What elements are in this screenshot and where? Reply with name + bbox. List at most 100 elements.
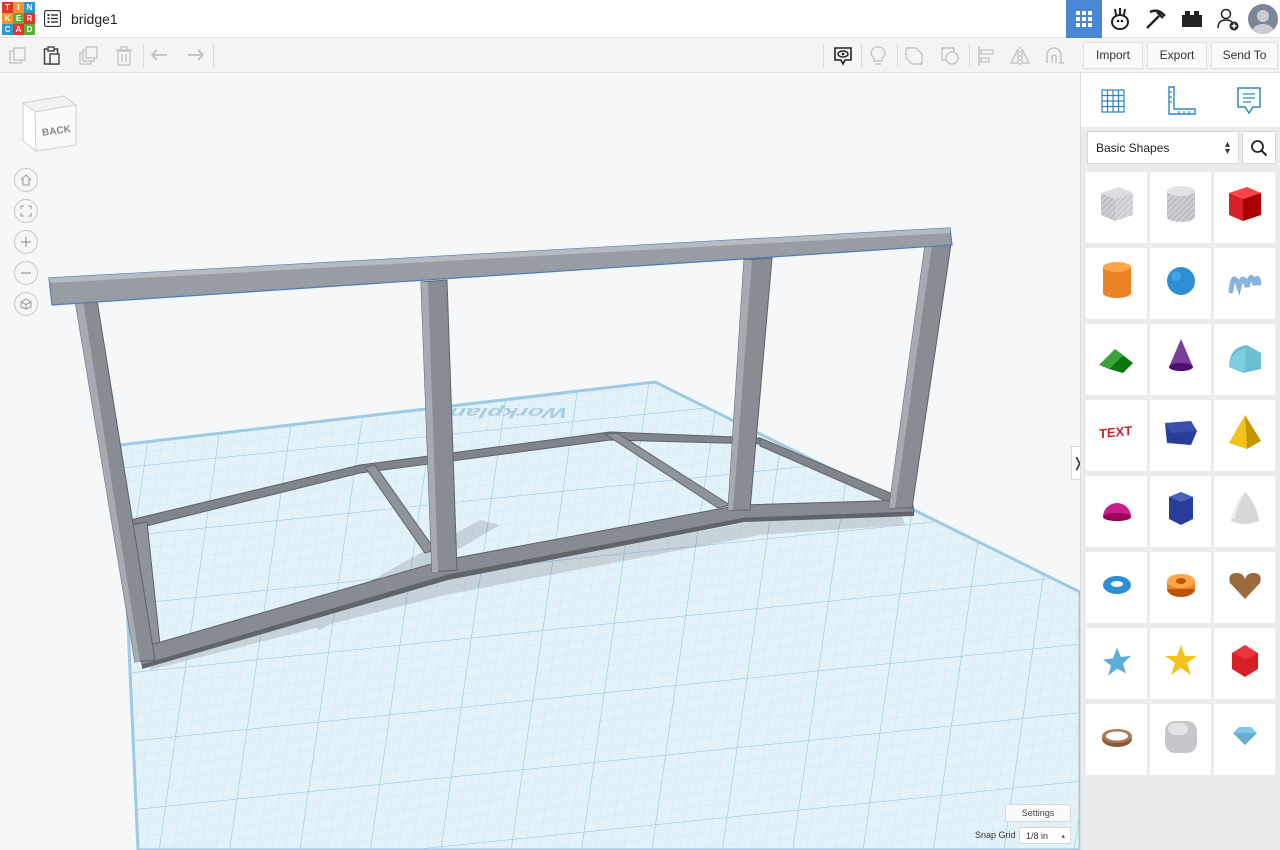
shape-box[interactable] (1214, 172, 1275, 243)
shape-cylinder-hole[interactable] (1150, 172, 1211, 243)
minus-icon (21, 272, 31, 274)
pickaxe-icon[interactable] (1138, 0, 1174, 38)
file-actions: Import Export Send To (1080, 38, 1280, 73)
shape-diamond[interactable] (1214, 704, 1275, 775)
logo-letter: A (13, 24, 24, 35)
logo-letter: I (13, 2, 24, 13)
home-icon (20, 174, 32, 186)
workplane-scene[interactable]: Workplane (0, 73, 1080, 850)
hole-icon[interactable] (933, 38, 967, 73)
undo-icon[interactable] (143, 38, 177, 73)
rounded-box-icon (1157, 713, 1205, 766)
shape-half-sphere[interactable] (1086, 476, 1147, 547)
shape-heart[interactable] (1214, 552, 1275, 623)
shape-star-yellow[interactable] (1150, 628, 1211, 699)
zoom-out-button[interactable] (14, 261, 38, 285)
shape-polygon[interactable] (1150, 400, 1211, 471)
shape-sphere[interactable] (1150, 248, 1211, 319)
cylinder-hole-icon (1157, 181, 1205, 234)
cylinder-icon (1093, 257, 1141, 310)
shape-star[interactable] (1086, 628, 1147, 699)
shape-grid: TEXT (1086, 172, 1275, 775)
project-list-icon[interactable] (43, 9, 62, 28)
import-button[interactable]: Import (1083, 41, 1143, 69)
shape-cylinder[interactable] (1086, 248, 1147, 319)
paraboloid-icon (1221, 485, 1269, 538)
brick-icon[interactable] (1174, 0, 1210, 38)
add-user-icon[interactable] (1210, 0, 1246, 38)
svg-text:TEXT: TEXT (1099, 423, 1132, 441)
snap-grid-select[interactable]: 1/8 in ▴ (1019, 827, 1071, 844)
project-title[interactable]: bridge1 (71, 11, 118, 27)
lightbulb-icon[interactable] (861, 38, 895, 73)
select-arrows-icon: ▴ ▾ (1224, 138, 1230, 157)
snap-grid-label: Snap Grid (975, 830, 1016, 840)
ruler-icon[interactable] (1163, 83, 1199, 119)
copy-icon[interactable] (1, 38, 35, 73)
avatar[interactable] (1246, 0, 1280, 38)
scribble-icon (1221, 257, 1269, 310)
shape-tube[interactable] (1150, 552, 1211, 623)
tinker-3d-icon[interactable] (1102, 0, 1138, 38)
plus-icon (21, 237, 31, 247)
shape-ring[interactable] (1086, 704, 1147, 775)
torus-icon (1093, 561, 1141, 614)
shape-search-button[interactable] (1242, 131, 1276, 164)
sphere-icon (1157, 257, 1205, 310)
view-cube[interactable]: BACK (18, 93, 84, 155)
perspective-button[interactable] (14, 292, 38, 316)
solid-icon[interactable] (897, 38, 931, 73)
star-icon (1093, 637, 1141, 690)
shape-scribble[interactable] (1214, 248, 1275, 319)
shape-text[interactable]: TEXT (1086, 400, 1147, 471)
send-to-button[interactable]: Send To (1211, 41, 1278, 69)
round-roof-icon (1221, 333, 1269, 386)
align-icon[interactable] (969, 38, 1003, 73)
fit-view-button[interactable] (14, 199, 38, 223)
home-view-button[interactable] (14, 168, 38, 192)
top-bar: TINKERCAD bridge1 (0, 0, 1280, 38)
shape-rounded-box[interactable] (1150, 704, 1211, 775)
logo-letter: R (24, 13, 35, 24)
redo-icon[interactable] (178, 38, 212, 73)
shapes-panel: Basic Shapes ▴ ▾ TEXT (1080, 73, 1280, 850)
shape-pyramid[interactable] (1214, 400, 1275, 471)
zoom-in-button[interactable] (14, 230, 38, 254)
grid-view-icon[interactable] (1066, 0, 1102, 38)
notes-icon[interactable] (826, 38, 860, 73)
shape-torus[interactable] (1086, 552, 1147, 623)
logo-letter: T (2, 2, 13, 13)
shape-cone[interactable] (1150, 324, 1211, 395)
fit-icon (20, 205, 32, 217)
shape-library-select[interactable]: Basic Shapes ▴ ▾ (1087, 131, 1239, 164)
group-icon[interactable] (1038, 38, 1072, 73)
tinkercad-logo[interactable]: TINKERCAD (2, 2, 35, 35)
collapse-panel-button[interactable]: ❭ (1071, 446, 1080, 480)
star-yellow-icon (1157, 637, 1205, 690)
logo-letter: C (2, 24, 13, 35)
paste-icon[interactable] (35, 38, 69, 73)
hexagonal-prism-icon (1157, 485, 1205, 538)
shape-icosahedron[interactable] (1214, 628, 1275, 699)
polygon-icon (1157, 409, 1205, 462)
shape-round-roof[interactable] (1214, 324, 1275, 395)
delete-icon[interactable] (107, 38, 141, 73)
half-sphere-icon (1093, 485, 1141, 538)
roof-icon (1093, 333, 1141, 386)
shape-box-hole[interactable] (1086, 172, 1147, 243)
logo-letter: E (13, 13, 24, 24)
shape-paraboloid[interactable] (1214, 476, 1275, 547)
mirror-icon[interactable] (1003, 38, 1037, 73)
shape-roof[interactable] (1086, 324, 1147, 395)
settings-button[interactable]: Settings (1005, 804, 1071, 822)
box-icon (1221, 181, 1269, 234)
duplicate-icon[interactable] (72, 38, 106, 73)
diamond-icon (1221, 713, 1269, 766)
notes-panel-icon[interactable] (1231, 83, 1267, 119)
workspace-viewport[interactable]: Workplane BACK Settings Snap Grid 1/8 in… (0, 73, 1080, 850)
shape-hexagonal-prism[interactable] (1150, 476, 1211, 547)
export-button[interactable]: Export (1147, 41, 1207, 69)
cone-icon (1157, 333, 1205, 386)
shape-library-value: Basic Shapes (1096, 140, 1170, 155)
workplane-grid-icon[interactable] (1095, 83, 1131, 119)
